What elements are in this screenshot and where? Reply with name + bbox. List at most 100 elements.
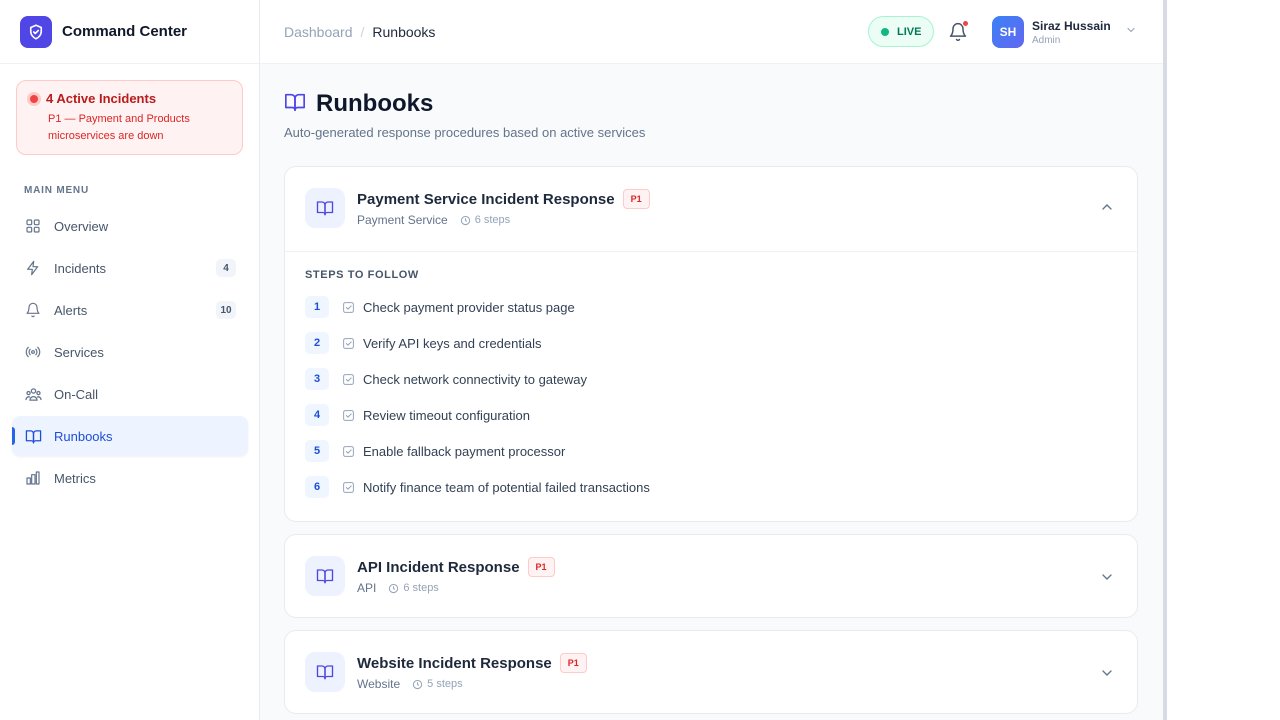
active-incidents-alert[interactable]: 4 Active Incidents P1 — Payment and Prod… — [16, 80, 243, 155]
sidebar-item-label: Incidents — [54, 260, 107, 276]
breadcrumb-dashboard[interactable]: Dashboard — [284, 24, 353, 40]
live-dot-icon — [881, 27, 889, 36]
chevron-down-icon — [1125, 23, 1137, 41]
main-nav: Overview Incidents 4 Alerts 10 Services — [12, 206, 248, 500]
book-icon — [305, 556, 345, 596]
book-icon — [305, 188, 345, 228]
sidebar-item-label: Metrics — [54, 470, 96, 486]
sidebar-item-incidents[interactable]: Incidents 4 — [12, 248, 248, 288]
chevron-down-icon[interactable] — [1099, 569, 1115, 590]
runbook-service: Payment Service — [357, 213, 448, 227]
sidebar-item-label: Overview — [54, 218, 109, 234]
right-margin — [1167, 0, 1280, 720]
sidebar: Command Center 4 Active Incidents P1 — P… — [0, 0, 260, 720]
main-content: Runbooks Auto-generated response procedu… — [260, 64, 1163, 720]
sidebar-item-on-call[interactable]: On-Call — [12, 374, 248, 414]
clock-icon — [460, 215, 470, 225]
runbook-card-api: API Incident Response P1 API 6 steps — [284, 534, 1138, 618]
user-name: Siraz Hussain — [1032, 18, 1111, 33]
clock-icon — [413, 679, 423, 689]
breadcrumb-separator: / — [360, 23, 365, 40]
grid-icon — [24, 217, 42, 235]
runbook-steps-count: 5 steps — [427, 678, 463, 690]
runbook-card-payment: Payment Service Incident Response P1 Pay… — [284, 166, 1138, 522]
main-menu-label: MAIN MENU — [24, 185, 89, 196]
sidebar-item-alerts[interactable]: Alerts 10 — [12, 290, 248, 330]
notifications-bell-icon[interactable] — [948, 20, 969, 43]
user-menu[interactable]: SH Siraz Hussain Admin — [992, 16, 1137, 48]
active-incidents-title: 4 Active Incidents — [46, 91, 157, 106]
step-text: Review timeout configuration — [363, 407, 530, 423]
list-item[interactable]: 4 Review timeout configuration — [305, 397, 1117, 433]
sidebar-item-label: Services — [54, 344, 104, 360]
lightning-icon — [24, 259, 42, 277]
checkbox-icon[interactable] — [342, 337, 355, 350]
app-title: Command Center — [62, 23, 188, 40]
priority-badge: P1 — [622, 189, 650, 209]
sidebar-item-metrics[interactable]: Metrics — [12, 458, 248, 498]
breadcrumb-runbooks: Runbooks — [372, 23, 436, 40]
step-number: 5 — [305, 440, 329, 462]
checkbox-icon[interactable] — [342, 409, 355, 422]
runbook-title: Website Incident Response — [357, 654, 552, 672]
steps-label: STEPS TO FOLLOW — [305, 269, 419, 281]
runbook-title: API Incident Response — [357, 558, 520, 576]
bell-icon — [24, 301, 42, 319]
users-icon — [24, 385, 42, 403]
step-text: Check network connectivity to gateway — [363, 371, 587, 387]
runbook-card-header[interactable]: Website Incident Response P1 Website 5 s… — [285, 631, 1137, 713]
checkbox-icon[interactable] — [342, 445, 355, 458]
list-item[interactable]: 1 Check payment provider status page — [305, 289, 1117, 325]
book-icon — [284, 91, 306, 118]
runbook-card-website: Website Incident Response P1 Website 5 s… — [284, 630, 1138, 714]
checkbox-icon[interactable] — [342, 481, 355, 494]
book-icon — [305, 652, 345, 692]
step-text: Verify API keys and credentials — [363, 335, 542, 351]
runbook-card-header[interactable]: Payment Service Incident Response P1 Pay… — [285, 167, 1137, 251]
live-label: LIVE — [897, 25, 922, 38]
step-text: Notify finance team of potential failed … — [363, 479, 650, 495]
sidebar-item-label: Runbooks — [54, 428, 113, 444]
priority-badge: P1 — [527, 557, 555, 577]
broadcast-icon — [24, 343, 42, 361]
list-item[interactable]: 6 Notify finance team of potential faile… — [305, 469, 1117, 505]
sidebar-item-label: Alerts — [54, 302, 88, 318]
page-heading: Runbooks — [284, 90, 433, 118]
sidebar-item-services[interactable]: Services — [12, 332, 248, 372]
checkbox-icon[interactable] — [342, 301, 355, 314]
incidents-count-badge: 4 — [216, 259, 236, 277]
clock-icon — [389, 583, 399, 593]
step-number: 4 — [305, 404, 329, 426]
active-incidents-description: P1 — Payment and Products microservices … — [48, 113, 190, 142]
step-text: Enable fallback payment processor — [363, 443, 566, 459]
avatar: SH — [992, 16, 1024, 48]
list-item[interactable]: 5 Enable fallback payment processor — [305, 433, 1117, 469]
book-icon — [24, 427, 42, 445]
shield-logo-icon — [20, 15, 52, 48]
runbook-steps-panel: STEPS TO FOLLOW 1 Check payment provider… — [285, 251, 1137, 521]
checkbox-icon[interactable] — [342, 373, 355, 386]
sidebar-item-runbooks[interactable]: Runbooks — [12, 416, 248, 456]
steps-list: 1 Check payment provider status page 2 V… — [305, 289, 1117, 505]
list-item[interactable]: 3 Check network connectivity to gateway — [305, 361, 1117, 397]
runbook-title: Payment Service Incident Response — [357, 190, 615, 208]
chevron-up-icon[interactable] — [1099, 199, 1115, 220]
sidebar-item-overview[interactable]: Overview — [12, 206, 248, 246]
page-title: Runbooks — [316, 90, 434, 117]
list-item[interactable]: 2 Verify API keys and credentials — [305, 325, 1117, 361]
runbook-service: API — [357, 581, 377, 595]
step-text: Check payment provider status page — [363, 299, 575, 315]
sidebar-item-label: On-Call — [54, 386, 99, 402]
alerts-count-badge: 10 — [216, 301, 236, 319]
brand[interactable]: Command Center — [0, 0, 259, 64]
step-number: 3 — [305, 368, 329, 390]
step-number: 6 — [305, 476, 329, 498]
runbook-service: Website — [357, 677, 401, 691]
step-number: 2 — [305, 332, 329, 354]
alert-dot-icon — [27, 91, 41, 106]
chevron-down-icon[interactable] — [1099, 665, 1115, 686]
runbook-card-header[interactable]: API Incident Response P1 API 6 steps — [285, 535, 1137, 617]
runbook-steps-count: 6 steps — [474, 214, 511, 226]
priority-badge: P1 — [559, 653, 587, 673]
step-number: 1 — [305, 296, 329, 318]
